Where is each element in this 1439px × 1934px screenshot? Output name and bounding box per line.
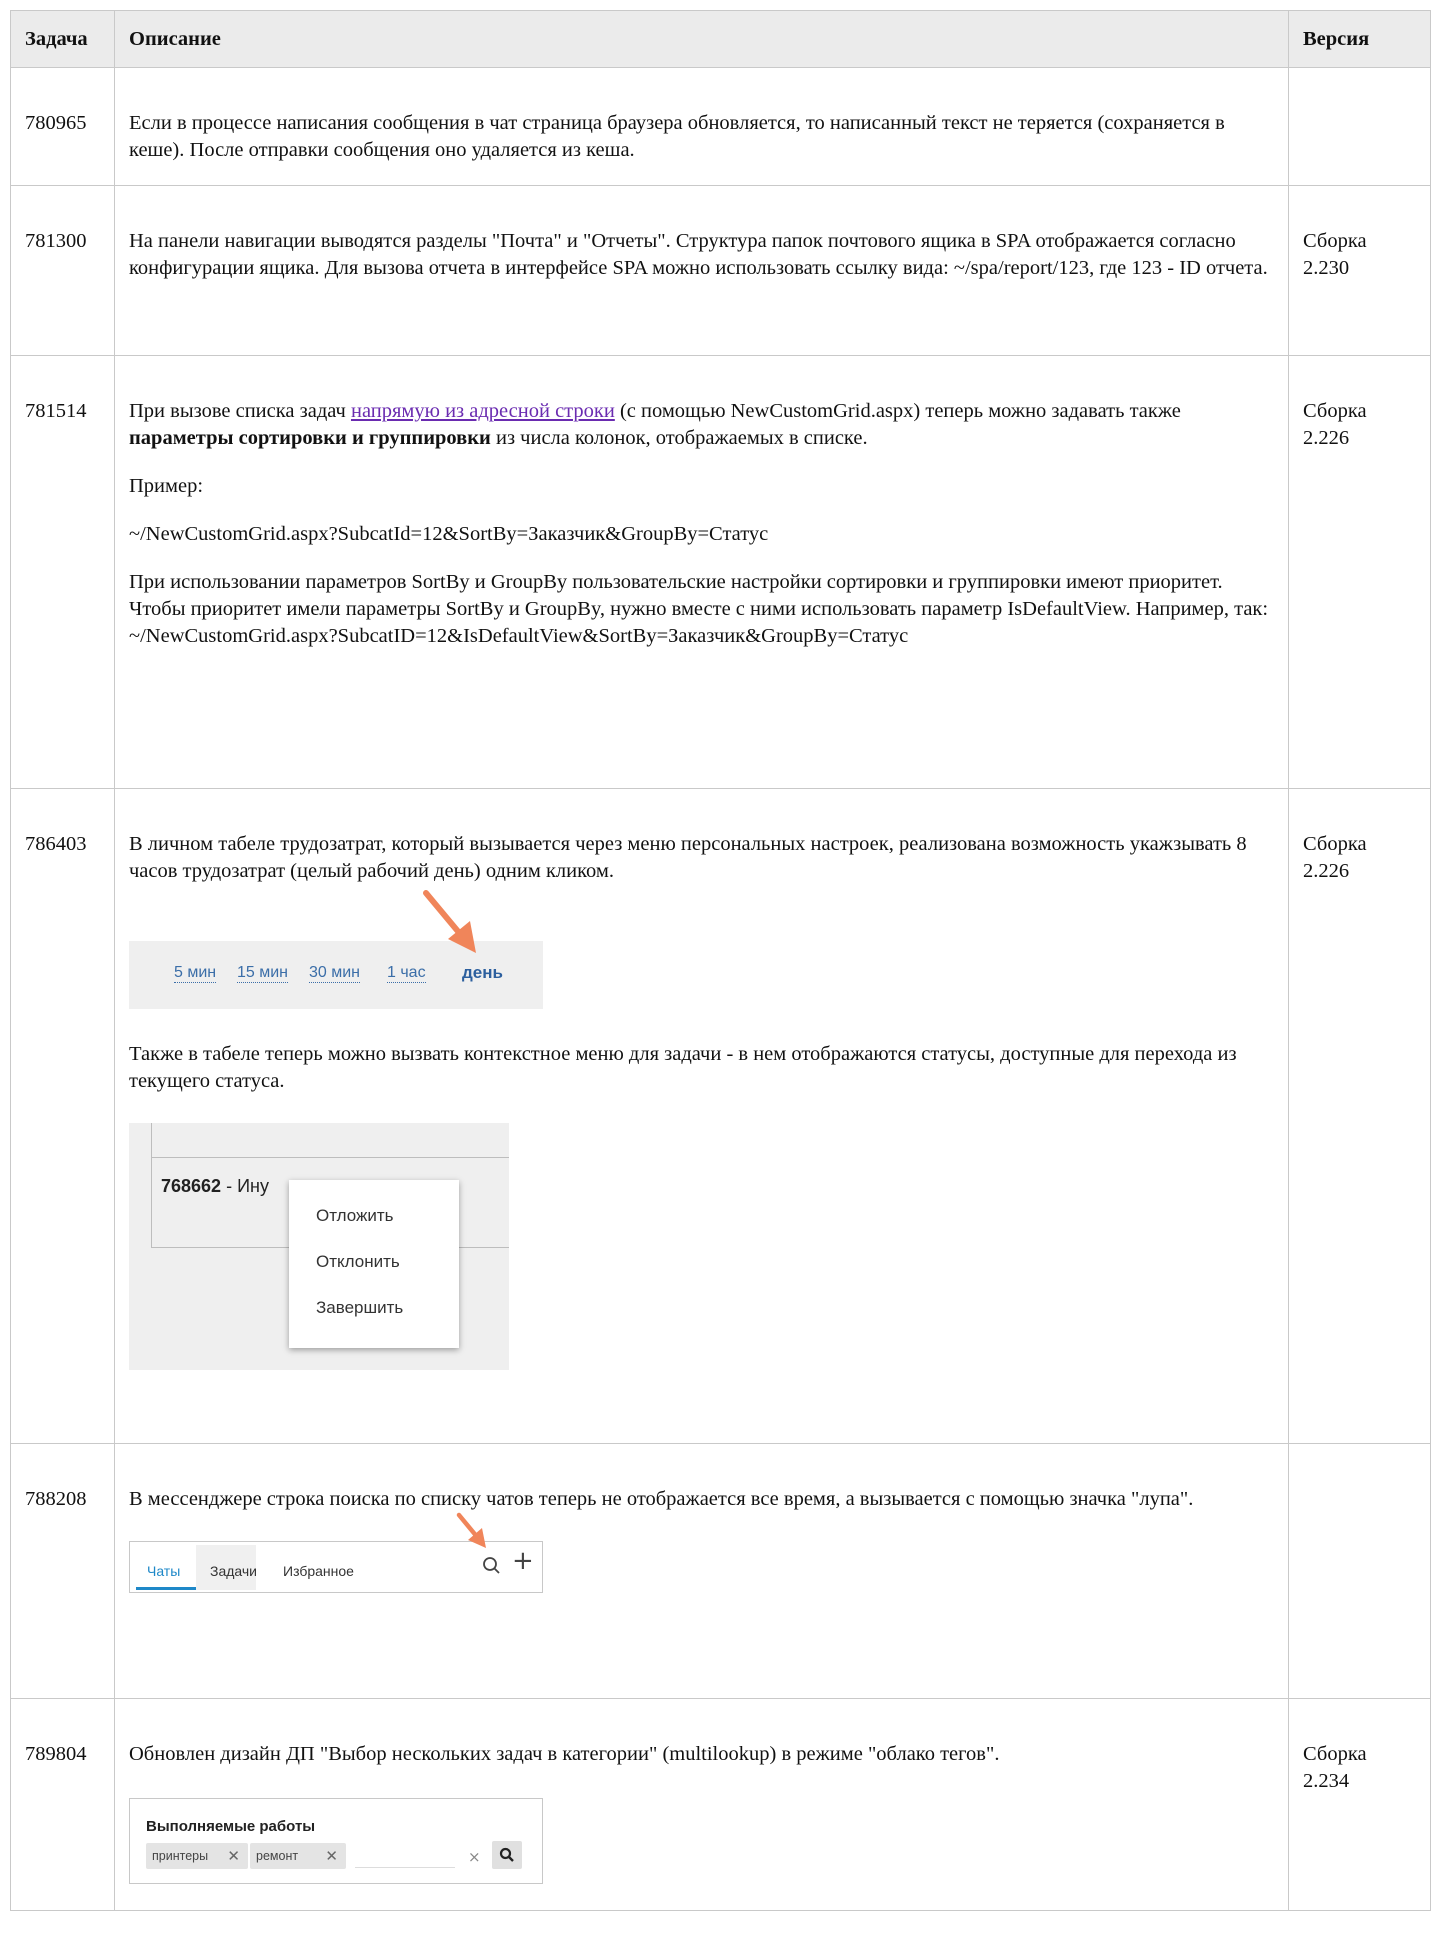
description-paragraph: Обновлен дизайн ДП "Выбор нескольких зад… [129,1743,1000,1765]
time-option-day[interactable]: день [462,963,503,982]
release-notes-table: Задача Описание Версия 780965 Если в про… [10,10,1431,1911]
table-row: 781300 На панели навигации выводятся раз… [10,185,1431,356]
grid-line [151,1157,509,1158]
task-version [1288,67,1431,186]
tag-repair: ремонт ✕ [250,1843,346,1869]
menu-item-reject[interactable]: Отклонить [316,1248,400,1275]
menu-item-complete[interactable]: Завершить [316,1294,403,1321]
tag-printers: принтеры ✕ [146,1843,248,1869]
table-row: 781514 При вызове списка задач напрямую … [10,355,1431,789]
time-option-15min[interactable]: 15 мин [237,963,289,983]
header-description: Описание [114,10,1289,68]
description-paragraph: В личном табеле трудозатрат, который выз… [129,833,1247,882]
active-tab-underline [136,1587,196,1590]
add-chat-icon[interactable]: + [512,1548,534,1575]
description-text: На панели навигации выводятся разделы "П… [129,230,1268,279]
tag-remove-icon[interactable]: ✕ [227,1843,240,1869]
task-version [1288,1443,1431,1699]
task-description: При вызове списка задач напрямую из адре… [114,355,1289,789]
task-description: Если в процессе написания сообщения в ча… [114,67,1289,186]
task-version: Сборка 2.226 [1288,788,1431,1444]
tab-chats[interactable]: Чаты [147,1558,180,1585]
table-row: 780965 Если в процессе написания сообщен… [10,67,1431,186]
task-description: На панели навигации выводятся разделы "П… [114,185,1289,356]
table-header-row: Задача Описание Версия [10,10,1431,68]
task-description: Обновлен дизайн ДП "Выбор нескольких зад… [114,1698,1289,1911]
time-option-1hour[interactable]: 1 час [387,963,426,983]
clear-icon[interactable]: × [468,1844,481,1871]
table-row: 789804 Обновлен дизайн ДП "Выбор несколь… [10,1698,1431,1911]
search-icon[interactable] [482,1556,502,1576]
tag-input[interactable] [355,1867,455,1868]
task-id: 789804 [10,1698,115,1911]
task-id: 788208 [10,1443,115,1699]
description-paragraph: При использовании параметров SortBy и Gr… [129,571,1269,647]
table-row: 786403 В личном табеле трудозатрат, кото… [10,788,1431,1444]
pointer-arrow-icon [423,890,476,953]
description-paragraph: При вызове списка задач напрямую из адре… [129,400,1181,449]
header-task: Задача [10,10,115,68]
example-label: Пример: [129,475,204,497]
task-id: 781514 [10,355,115,789]
description-paragraph: В мессенджере строка поиска по списку ча… [129,1488,1194,1510]
table-row: 788208 В мессенджере строка поиска по сп… [10,1443,1431,1699]
time-option-5min[interactable]: 5 мин [174,963,217,983]
task-description: В личном табеле трудозатрат, который выз… [114,788,1289,1444]
pointer-arrow-icon [456,1512,486,1548]
task-id: 780965 [10,67,115,186]
tab-favorites[interactable]: Избранное [283,1558,354,1585]
multilookup-screenshot: Выполняемые работы принтеры ✕ ремонт ✕ × [129,1798,543,1884]
task-description: В мессенджере строка поиска по списку ча… [114,1443,1289,1699]
time-option-30min[interactable]: 30 мин [309,963,361,983]
search-button[interactable] [492,1841,522,1869]
task-id: 781300 [10,185,115,356]
task-version: Сборка 2.226 [1288,355,1431,789]
tab-tasks[interactable]: Задачи [210,1558,257,1585]
address-bar-link[interactable]: напрямую из адресной строки [351,400,615,422]
timesheet-picker-screenshot: 5 мин 15 мин 30 мин 1 час день [129,890,543,1009]
menu-item-postpone[interactable]: Отложить [316,1202,394,1229]
task-version: Сборка 2.234 [1288,1698,1431,1911]
task-version: Сборка 2.230 [1288,185,1431,356]
timesheet-task: 768662 - Ину [161,1176,269,1196]
description-paragraph: Также в табеле теперь можно вызвать конт… [129,1043,1237,1092]
context-menu-screenshot: 768662 - Ину Отложить Отклонить Завершит… [129,1123,509,1370]
description-text: Если в процессе написания сообщения в ча… [129,112,1225,161]
multilookup-title: Выполняемые работы [146,1818,316,1835]
header-version: Версия [1288,10,1431,68]
context-menu: Отложить Отклонить Завершить [289,1180,459,1348]
messenger-tabs-screenshot: Чаты Задачи Избранное + [129,1512,543,1593]
example-url: ~/NewCustomGrid.aspx?SubcatId=12&SortBy=… [129,523,769,545]
search-icon [499,1847,514,1862]
tag-remove-icon[interactable]: ✕ [325,1843,338,1869]
task-id: 786403 [10,788,115,1444]
